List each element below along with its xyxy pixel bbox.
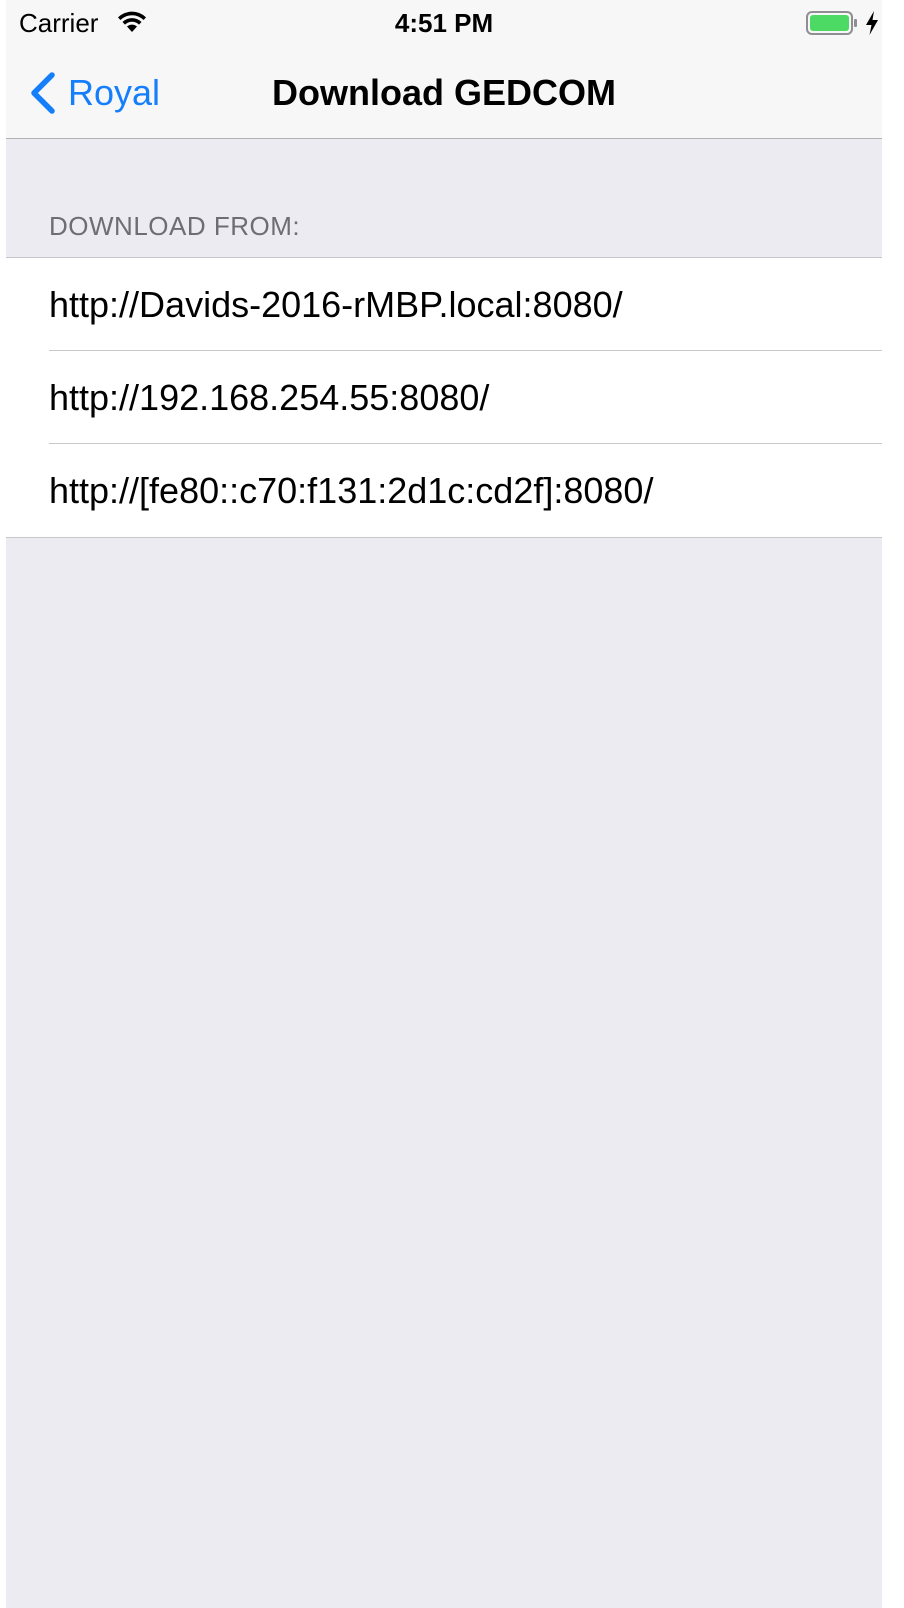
status-bar: Carrier 4:51 PM [6, 0, 882, 50]
download-source-item[interactable]: http://[fe80::c70:f131:2d1c:cd2f]:8080/ [6, 444, 882, 537]
page-title: Download GEDCOM [272, 72, 616, 113]
download-source-item[interactable]: http://Davids-2016-rMBP.local:8080/ [6, 258, 882, 351]
download-source-url: http://[fe80::c70:f131:2d1c:cd2f]:8080/ [49, 470, 654, 511]
clock-time: 4:51 PM [394, 8, 494, 38]
download-source-url: http://192.168.254.55:8080/ [49, 377, 490, 418]
top-bar: Carrier 4:51 PM Royal Download GEDCOM [6, 0, 882, 139]
section-header: DOWNLOAD FROM: [49, 211, 301, 241]
download-source-list: http://Davids-2016-rMBP.local:8080/ http… [6, 257, 882, 538]
download-source-item[interactable]: http://192.168.254.55:8080/ [6, 351, 882, 444]
navigation-bar: Royal Download GEDCOM [6, 50, 882, 138]
download-source-url: http://Davids-2016-rMBP.local:8080/ [49, 284, 623, 325]
charging-bolt-icon [866, 11, 878, 35]
app-screen: Carrier 4:51 PM Royal Download GEDCOM DO… [6, 0, 882, 1608]
battery-full-icon [806, 11, 857, 35]
